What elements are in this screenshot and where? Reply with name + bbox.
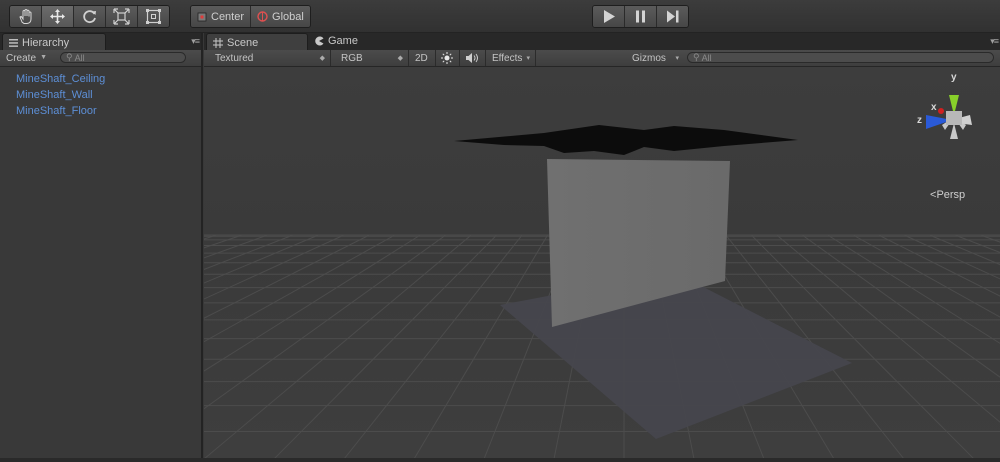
render-mode-dropdown[interactable]: RGB ◆ (335, 50, 409, 66)
pivot-center-icon (197, 12, 207, 21)
scene-viewport[interactable]: y x z <Persp (204, 67, 1000, 459)
hierarchy-search-placeholder: All (74, 52, 85, 63)
tab-game[interactable]: Game (308, 33, 384, 49)
effects-dropdown[interactable]: Effects ▾ (486, 50, 536, 66)
hierarchy-toolbar: Create ▼ ⚲ All (0, 50, 201, 67)
hand-tool-icon (19, 9, 32, 24)
tab-scene[interactable]: Scene (206, 33, 308, 51)
scene-panel: Scene Game ▾≡ Textured ◆ RGB ◆ 2D Effect… (204, 33, 1000, 462)
play-icon (604, 10, 615, 23)
projection-label: Persp (936, 189, 966, 201)
dropdown-arrow-icon: ▾ (675, 55, 679, 62)
main-toolbar: Center Global (0, 0, 1000, 33)
pause-icon (636, 10, 645, 23)
lighting-toggle[interactable] (436, 50, 460, 66)
mode-2d-toggle[interactable]: 2D (409, 50, 436, 66)
rect-tool-icon (146, 9, 161, 24)
create-label: Create (6, 52, 37, 64)
hierarchy-tabbar: Hierarchy ▾≡ (0, 33, 201, 51)
gizmo-z-label: z (917, 115, 922, 126)
dropdown-arrow-icon: ▾ (526, 55, 530, 62)
pivot-space-button[interactable]: Global (251, 6, 310, 27)
tab-hierarchy[interactable]: Hierarchy (2, 33, 106, 51)
ceiling-plane[interactable] (454, 125, 798, 155)
search-icon: ⚲ (66, 52, 73, 62)
dropdown-arrow-icon: ▼ (40, 54, 47, 61)
scene-toolbar: Textured ◆ RGB ◆ 2D Effects ▾ Gizmos ▾ ⚲… (204, 50, 1000, 67)
gizmo-x-label: x (931, 102, 937, 113)
tab-hierarchy-label: Hierarchy (22, 36, 70, 49)
gizmo-y-label: y (951, 72, 957, 83)
rotate-tool-icon (83, 10, 96, 24)
scene-render (204, 95, 1000, 459)
rect-tool-button[interactable] (138, 6, 169, 27)
tab-game-label: Game (328, 35, 358, 47)
draw-mode-dropdown[interactable]: Textured ◆ (209, 50, 331, 66)
gizmos-dropdown[interactable]: Gizmos ▾ (626, 50, 684, 66)
render-mode-label: RGB (341, 52, 363, 64)
scale-tool-button[interactable] (106, 6, 138, 27)
effects-label: Effects (492, 52, 523, 64)
mode-2d-label: 2D (415, 52, 428, 64)
scale-tool-icon (113, 8, 130, 25)
pivot-space-label: Global (272, 10, 304, 23)
pivot-mode-label: Center (211, 10, 245, 23)
draw-mode-label: Textured (215, 52, 254, 64)
speaker-icon (466, 53, 478, 63)
hierarchy-search-input[interactable]: ⚲ All (60, 52, 186, 63)
gizmo-x-axis (938, 108, 944, 114)
pause-button[interactable] (625, 6, 657, 27)
tab-scene-label: Scene (227, 36, 259, 49)
bottom-border (0, 458, 1000, 462)
list-item[interactable]: MineShaft_Ceiling (16, 71, 105, 87)
hand-tool-button[interactable] (10, 6, 42, 27)
dropdown-arrow-icon: ◆ (397, 55, 403, 62)
global-space-icon (257, 11, 268, 22)
scene-tabbar: Scene Game ▾≡ (204, 33, 1000, 51)
list-icon (9, 38, 18, 47)
create-dropdown[interactable]: Create ▼ (0, 50, 52, 66)
scene-search-placeholder: All (701, 52, 712, 63)
audio-toggle[interactable] (460, 50, 486, 66)
move-tool-button[interactable] (42, 6, 74, 27)
playback-controls (592, 5, 689, 28)
list-item[interactable]: MineShaft_Floor (16, 103, 105, 119)
list-item[interactable]: MineShaft_Wall (16, 87, 105, 103)
projection-toggle[interactable]: <Persp (930, 189, 965, 201)
dropdown-arrow-icon: ◆ (319, 55, 325, 62)
rotate-tool-button[interactable] (74, 6, 106, 27)
move-tool-icon (50, 9, 65, 24)
sun-icon (441, 52, 453, 64)
play-button[interactable] (593, 6, 625, 27)
hierarchy-panel: Hierarchy ▾≡ Create ▼ ⚲ All MineShaft_Ce… (0, 33, 203, 462)
step-icon (667, 10, 679, 23)
pivot-mode-button[interactable]: Center (191, 6, 252, 27)
grid-icon (213, 37, 223, 48)
transform-tools (9, 5, 170, 28)
step-button[interactable] (657, 6, 688, 27)
pacman-icon (315, 36, 324, 46)
scene-search-input[interactable]: ⚲ All (687, 52, 994, 63)
panel-menu-icon[interactable]: ▾≡ (191, 36, 200, 47)
pivot-controls: Center Global (190, 5, 311, 28)
hierarchy-list: MineShaft_Ceiling MineShaft_Wall MineSha… (16, 71, 105, 119)
panel-menu-icon[interactable]: ▾≡ (990, 36, 999, 47)
gizmos-label: Gizmos (632, 52, 666, 64)
search-icon: ⚲ (693, 52, 700, 62)
